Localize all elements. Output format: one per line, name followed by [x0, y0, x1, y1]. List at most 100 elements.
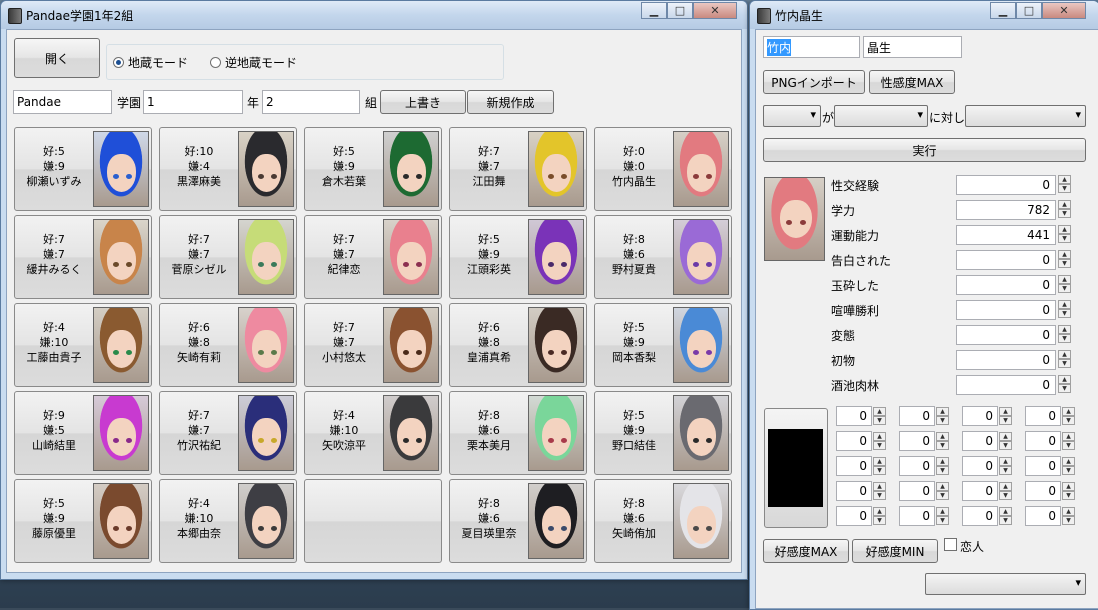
- favor-min-button[interactable]: 好感度MIN: [852, 539, 938, 563]
- favor-value-field[interactable]: 0: [1025, 431, 1061, 451]
- spin-arrows[interactable]: ▲ ▼: [936, 482, 949, 500]
- favor-value-field[interactable]: 0: [836, 481, 872, 501]
- student-card[interactable]: 好:6 嫌:8 矢崎有莉: [159, 303, 297, 387]
- spin-arrows[interactable]: ▲ ▼: [1058, 175, 1071, 193]
- spin-up-icon[interactable]: ▲: [873, 457, 886, 466]
- png-import-button[interactable]: PNGインポート: [763, 70, 865, 94]
- favor-value-field[interactable]: 0: [899, 506, 935, 526]
- spin-down-icon[interactable]: ▼: [1058, 259, 1071, 268]
- favor-value-field[interactable]: 0: [836, 431, 872, 451]
- spin-down-icon[interactable]: ▼: [999, 441, 1012, 450]
- spin-arrows[interactable]: ▲ ▼: [999, 432, 1012, 450]
- spin-up-icon[interactable]: ▲: [1062, 457, 1075, 466]
- class-field[interactable]: 2: [262, 90, 360, 114]
- spin-arrows[interactable]: ▲ ▼: [1058, 225, 1071, 243]
- spin-down-icon[interactable]: ▼: [1062, 491, 1075, 500]
- color-swatch[interactable]: [768, 429, 823, 507]
- spin-arrows[interactable]: ▲ ▼: [1058, 200, 1071, 218]
- spin-down-icon[interactable]: ▼: [1058, 234, 1071, 243]
- spin-arrows[interactable]: ▲ ▼: [873, 507, 886, 525]
- student-card[interactable]: 好:5 嫌:9 野口結佳: [594, 391, 732, 475]
- spin-up-icon[interactable]: ▲: [1058, 300, 1071, 309]
- spin-arrows[interactable]: ▲ ▼: [1058, 375, 1071, 393]
- favor-value-field[interactable]: 0: [899, 481, 935, 501]
- spin-up-icon[interactable]: ▲: [936, 432, 949, 441]
- spin-up-icon[interactable]: ▲: [1062, 407, 1075, 416]
- spin-down-icon[interactable]: ▼: [936, 516, 949, 525]
- student-card[interactable]: 好:7 嫌:7 菅原シゼル: [159, 215, 297, 299]
- given-name-field[interactable]: 晶生: [863, 36, 962, 58]
- spin-down-icon[interactable]: ▼: [1058, 334, 1071, 343]
- source-select[interactable]: [763, 105, 821, 127]
- spin-arrows[interactable]: ▲ ▼: [873, 432, 886, 450]
- mode-radio-jizo[interactable]: 地蔵モード: [113, 54, 188, 71]
- minimize-icon[interactable]: ▁: [641, 2, 667, 19]
- spin-up-icon[interactable]: ▲: [1058, 225, 1071, 234]
- student-card[interactable]: 好:5 嫌:9 岡本香梨: [594, 303, 732, 387]
- spin-arrows[interactable]: ▲ ▼: [873, 407, 886, 425]
- spin-down-icon[interactable]: ▼: [1062, 416, 1075, 425]
- student-card[interactable]: 好:8 嫌:6 矢崎侑加: [594, 479, 732, 563]
- spin-down-icon[interactable]: ▼: [873, 516, 886, 525]
- student-card[interactable]: 好:8 嫌:6 野村夏貴: [594, 215, 732, 299]
- spin-up-icon[interactable]: ▲: [936, 482, 949, 491]
- spin-up-icon[interactable]: ▲: [1058, 350, 1071, 359]
- spin-down-icon[interactable]: ▼: [1058, 284, 1071, 293]
- spin-up-icon[interactable]: ▲: [999, 457, 1012, 466]
- spin-down-icon[interactable]: ▼: [999, 491, 1012, 500]
- student-card[interactable]: 好:4 嫌:10 本郷由奈: [159, 479, 297, 563]
- spin-up-icon[interactable]: ▲: [999, 432, 1012, 441]
- spin-up-icon[interactable]: ▲: [1062, 507, 1075, 516]
- spin-up-icon[interactable]: ▲: [1062, 432, 1075, 441]
- school-name-field[interactable]: Pandae: [13, 90, 112, 114]
- spin-down-icon[interactable]: ▼: [1058, 184, 1071, 193]
- mode-radio-reverse-jizo[interactable]: 逆地蔵モード: [210, 54, 297, 71]
- surname-field[interactable]: 竹内: [763, 36, 860, 58]
- spin-arrows[interactable]: ▲ ▼: [999, 407, 1012, 425]
- favor-value-field[interactable]: 0: [899, 406, 935, 426]
- close-icon[interactable]: ✕: [693, 2, 737, 19]
- stat-value-field[interactable]: 0: [956, 275, 1056, 295]
- student-card[interactable]: 好:5 嫌:9 倉木若葉: [304, 127, 442, 211]
- stat-value-field[interactable]: 441: [956, 225, 1056, 245]
- favor-value-field[interactable]: 0: [1025, 406, 1061, 426]
- spin-down-icon[interactable]: ▼: [936, 441, 949, 450]
- spin-down-icon[interactable]: ▼: [1058, 209, 1071, 218]
- spin-up-icon[interactable]: ▲: [1058, 175, 1071, 184]
- spin-down-icon[interactable]: ▼: [999, 416, 1012, 425]
- spin-down-icon[interactable]: ▼: [999, 466, 1012, 475]
- spin-arrows[interactable]: ▲ ▼: [1058, 300, 1071, 318]
- favor-value-field[interactable]: 0: [899, 456, 935, 476]
- student-window-titlebar[interactable]: 竹内晶生 ▁ □ ✕: [750, 1, 1098, 29]
- spin-up-icon[interactable]: ▲: [873, 407, 886, 416]
- lover-select[interactable]: [925, 573, 1086, 595]
- favor-value-field[interactable]: 0: [962, 506, 998, 526]
- spin-down-icon[interactable]: ▼: [936, 491, 949, 500]
- spin-arrows[interactable]: ▲ ▼: [1062, 482, 1075, 500]
- sensitivity-max-button[interactable]: 性感度MAX: [869, 70, 955, 94]
- spin-down-icon[interactable]: ▼: [873, 491, 886, 500]
- spin-arrows[interactable]: ▲ ▼: [999, 457, 1012, 475]
- spin-up-icon[interactable]: ▲: [873, 432, 886, 441]
- spin-arrows[interactable]: ▲ ▼: [936, 432, 949, 450]
- maximize-icon[interactable]: □: [1016, 2, 1042, 19]
- stat-value-field[interactable]: 0: [956, 375, 1056, 395]
- favor-value-field[interactable]: 0: [899, 431, 935, 451]
- favor-value-field[interactable]: 0: [1025, 456, 1061, 476]
- minimize-icon[interactable]: ▁: [990, 2, 1016, 19]
- spin-arrows[interactable]: ▲ ▼: [873, 482, 886, 500]
- action-select[interactable]: [965, 105, 1086, 127]
- spin-up-icon[interactable]: ▲: [1058, 275, 1071, 284]
- spin-down-icon[interactable]: ▼: [936, 416, 949, 425]
- favor-value-field[interactable]: 0: [962, 481, 998, 501]
- spin-down-icon[interactable]: ▼: [936, 466, 949, 475]
- student-card[interactable]: 好:10 嫌:4 黒澤麻美: [159, 127, 297, 211]
- spin-up-icon[interactable]: ▲: [873, 482, 886, 491]
- spin-arrows[interactable]: ▲ ▼: [936, 507, 949, 525]
- spin-down-icon[interactable]: ▼: [873, 441, 886, 450]
- student-card[interactable]: 好:7 嫌:7 竹沢祐紀: [159, 391, 297, 475]
- spin-arrows[interactable]: ▲ ▼: [1062, 457, 1075, 475]
- empty-student-slot[interactable]: [304, 479, 442, 563]
- favor-value-field[interactable]: 0: [962, 406, 998, 426]
- close-icon[interactable]: ✕: [1042, 2, 1086, 19]
